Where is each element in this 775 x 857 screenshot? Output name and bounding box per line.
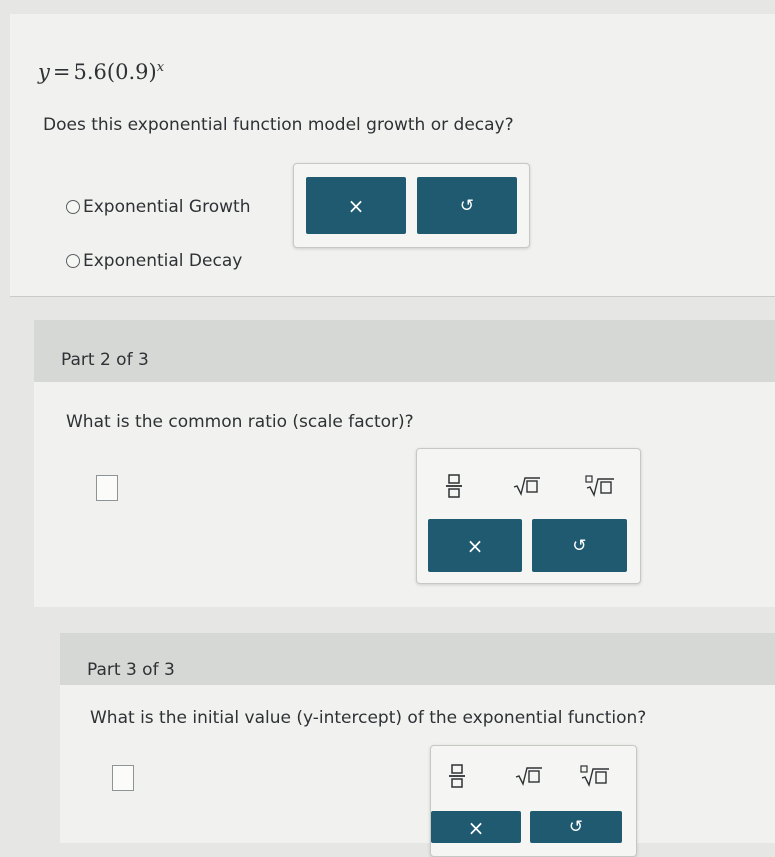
part2-clear-button[interactable]: × (428, 519, 522, 572)
part3-answer-input[interactable] (112, 765, 134, 791)
divider (10, 296, 775, 297)
part1-question: Does this exponential function model gro… (43, 115, 514, 135)
equation: y = 5.6(0.9)x (38, 60, 164, 84)
equation-lhs: y (38, 60, 50, 84)
undo-icon: ↺ (568, 817, 584, 837)
fraction-icon (449, 764, 465, 788)
part3-clear-button[interactable]: × (431, 811, 521, 843)
undo-icon: ↺ (459, 195, 475, 216)
close-icon: × (466, 533, 484, 558)
option-exponential-growth[interactable]: Exponential Growth (83, 197, 250, 217)
radio-exponential-growth[interactable] (66, 200, 80, 214)
close-icon: × (347, 193, 365, 218)
part2-question: What is the common ratio (scale factor)? (66, 412, 414, 432)
part3-undo-button[interactable]: ↺ (530, 811, 622, 843)
close-icon: × (467, 816, 485, 840)
radio-exponential-decay[interactable] (66, 254, 80, 268)
nth-root-icon (585, 475, 614, 497)
part3-sqrt-tool[interactable] (507, 756, 551, 796)
part2-nthroot-tool[interactable] (578, 466, 622, 506)
part2-sqrt-tool[interactable] (505, 466, 549, 506)
equation-exponent: x (156, 60, 165, 75)
fraction-icon (446, 474, 462, 498)
part3-question: What is the initial value (y-intercept) … (90, 708, 647, 728)
equation-equals: = (52, 60, 71, 84)
equation-base: (0.9) (106, 60, 157, 84)
square-root-icon (515, 767, 542, 786)
part3-fraction-tool[interactable] (437, 756, 477, 796)
part1-undo-button[interactable]: ↺ (417, 177, 517, 234)
square-root-icon (513, 477, 540, 496)
part1-clear-button[interactable]: × (306, 177, 406, 234)
part2-answer-input[interactable] (96, 475, 118, 501)
part3-nthroot-tool[interactable] (573, 756, 617, 796)
part3-header: Part 3 of 3 (87, 660, 175, 680)
undo-icon: ↺ (572, 535, 587, 556)
part2-undo-button[interactable]: ↺ (532, 519, 627, 572)
nth-root-icon (580, 765, 609, 787)
part2-header: Part 2 of 3 (61, 350, 149, 370)
equation-coefficient: 5.6 (73, 60, 107, 84)
option-exponential-decay[interactable]: Exponential Decay (83, 251, 242, 271)
part2-fraction-tool[interactable] (434, 466, 474, 506)
